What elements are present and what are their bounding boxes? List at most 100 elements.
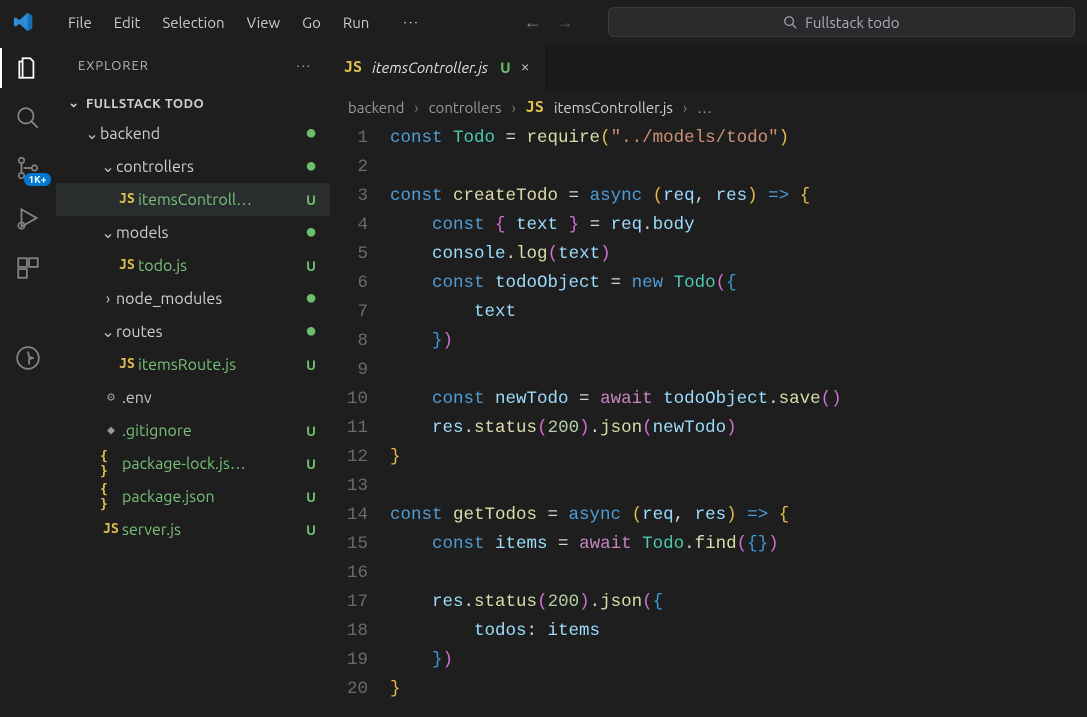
- tree-item-label: .env: [122, 389, 302, 407]
- tree-item-label: server.js: [122, 521, 302, 539]
- file-package-json[interactable]: { }package.jsonU: [56, 480, 330, 513]
- folder-backend[interactable]: ⌄backend●: [56, 117, 330, 150]
- code-line[interactable]: }: [390, 443, 1087, 472]
- explorer-title: EXPLORER: [78, 59, 149, 73]
- file-itemsroute-js[interactable]: JSitemsRoute.jsU: [56, 348, 330, 381]
- folder-models[interactable]: ⌄models●: [56, 216, 330, 249]
- folder-routes[interactable]: ⌄routes●: [56, 315, 330, 348]
- code-line[interactable]: }): [390, 646, 1087, 675]
- file--env[interactable]: ⚙.env: [56, 381, 330, 414]
- activity-search-icon[interactable]: [14, 104, 42, 132]
- chevron-right-icon: ›: [100, 290, 116, 308]
- js-file-icon: JS: [100, 522, 122, 537]
- breadcrumb-ellipsis[interactable]: …: [697, 99, 712, 116]
- git-status-indicator: ●: [302, 225, 320, 241]
- chevron-right-icon: ›: [512, 99, 516, 116]
- root-folder[interactable]: ⌄ FULLSTACK TODO: [56, 88, 330, 117]
- tab-items-controller[interactable]: JS itemsController.js U ×: [330, 44, 547, 90]
- code-editor[interactable]: 1234567891011121314151617181920 const To…: [330, 124, 1087, 717]
- line-number: 14: [330, 501, 368, 530]
- search-icon: [783, 15, 797, 29]
- code-line[interactable]: res.status(200).json(newTodo): [390, 414, 1087, 443]
- nav-forward-icon[interactable]: →: [556, 12, 574, 33]
- code-line[interactable]: console.log(text): [390, 240, 1087, 269]
- menu-item-edit[interactable]: Edit: [104, 10, 151, 35]
- json-file-icon: { }: [100, 482, 122, 512]
- chevron-down-icon: ⌄: [100, 322, 116, 341]
- code-line[interactable]: const Todo = require("../models/todo"): [390, 124, 1087, 153]
- code-line[interactable]: const { text } = req.body: [390, 211, 1087, 240]
- code-line[interactable]: }: [390, 675, 1087, 704]
- menu-item-selection[interactable]: Selection: [152, 10, 234, 35]
- breadcrumb-file[interactable]: itemsController.js: [554, 99, 673, 116]
- chevron-right-icon: ›: [414, 99, 418, 116]
- file--gitignore[interactable]: ◆.gitignoreU: [56, 414, 330, 447]
- file-itemscontroll-[interactable]: JSitemsControll…U: [56, 183, 330, 216]
- code-line[interactable]: const todoObject = new Todo({: [390, 269, 1087, 298]
- code-line[interactable]: res.status(200).json({: [390, 588, 1087, 617]
- line-number-gutter: 1234567891011121314151617181920: [330, 124, 390, 717]
- menu-item-run[interactable]: Run: [333, 10, 379, 35]
- line-number: 11: [330, 414, 368, 443]
- tree-item-label: .gitignore: [122, 422, 302, 440]
- menu-item-view[interactable]: View: [237, 10, 291, 35]
- code-line[interactable]: [390, 153, 1087, 182]
- code-line[interactable]: }): [390, 327, 1087, 356]
- nav-back-icon[interactable]: ←: [524, 12, 542, 33]
- menu-item-file[interactable]: File: [58, 10, 102, 35]
- code-line[interactable]: [390, 472, 1087, 501]
- git-status-indicator: U: [302, 357, 320, 373]
- code-line[interactable]: const newTodo = await todoObject.save(): [390, 385, 1087, 414]
- breadcrumb-segment[interactable]: backend: [348, 99, 404, 116]
- js-file-icon: JS: [526, 98, 544, 116]
- scm-badge: 1K+: [24, 173, 52, 186]
- tree-item-label: itemsControll…: [138, 191, 302, 209]
- activity-bar: 1K+: [0, 44, 56, 717]
- file-todo-js[interactable]: JStodo.jsU: [56, 249, 330, 282]
- menu-overflow-icon[interactable]: ···: [393, 10, 429, 34]
- code-line[interactable]: todos: items: [390, 617, 1087, 646]
- explorer-more-icon[interactable]: ···: [296, 59, 312, 73]
- chevron-down-icon: ⌄: [66, 96, 82, 111]
- menu-item-go[interactable]: Go: [292, 10, 331, 35]
- git-status-indicator: ●: [302, 126, 320, 142]
- code-source[interactable]: const Todo = require("../models/todo") c…: [390, 124, 1087, 717]
- line-number: 6: [330, 269, 368, 298]
- line-number: 10: [330, 385, 368, 414]
- code-line[interactable]: const items = await Todo.find({}): [390, 530, 1087, 559]
- tree-item-label: backend: [100, 125, 302, 143]
- line-number: 18: [330, 617, 368, 646]
- tree-item-label: itemsRoute.js: [138, 356, 302, 374]
- activity-explorer-icon[interactable]: [14, 54, 42, 82]
- line-number: 17: [330, 588, 368, 617]
- tree-item-label: models: [116, 224, 302, 242]
- file-server-js[interactable]: JSserver.jsU: [56, 513, 330, 546]
- breadcrumbs[interactable]: backend › controllers › JS itemsController.j…: [330, 90, 1087, 124]
- editor-area: JS itemsController.js U × backend › contro…: [330, 44, 1087, 717]
- file-package-lock-js-[interactable]: { }package-lock.js…U: [56, 447, 330, 480]
- git-status-indicator: U: [302, 522, 320, 538]
- code-line[interactable]: [390, 356, 1087, 385]
- tree-item-label: package-lock.js…: [122, 455, 302, 473]
- line-number: 15: [330, 530, 368, 559]
- chevron-down-icon: ⌄: [100, 157, 116, 176]
- activity-account-icon[interactable]: [14, 344, 42, 372]
- code-line[interactable]: const getTodos = async (req, res) => {: [390, 501, 1087, 530]
- activity-source-control-icon[interactable]: 1K+: [14, 154, 42, 182]
- tab-close-icon[interactable]: ×: [521, 58, 530, 76]
- activity-extensions-icon[interactable]: [14, 254, 42, 282]
- file-tree: ⌄backend●⌄controllers●JSitemsControll…U⌄…: [56, 117, 330, 546]
- activity-debug-icon[interactable]: [14, 204, 42, 232]
- menu-bar: FileEditSelectionViewGoRun: [58, 10, 379, 35]
- git-status-indicator: U: [302, 258, 320, 274]
- line-number: 2: [330, 153, 368, 182]
- code-line[interactable]: text: [390, 298, 1087, 327]
- folder-controllers[interactable]: ⌄controllers●: [56, 150, 330, 183]
- folder-node-modules[interactable]: ›node_modules●: [56, 282, 330, 315]
- command-center[interactable]: Fullstack todo: [608, 7, 1075, 37]
- chevron-down-icon: ⌄: [100, 223, 116, 242]
- code-line[interactable]: [390, 559, 1087, 588]
- breadcrumb-segment[interactable]: controllers: [429, 99, 502, 116]
- code-line[interactable]: const createTodo = async (req, res) => {: [390, 182, 1087, 211]
- git-status-indicator: ●: [302, 291, 320, 307]
